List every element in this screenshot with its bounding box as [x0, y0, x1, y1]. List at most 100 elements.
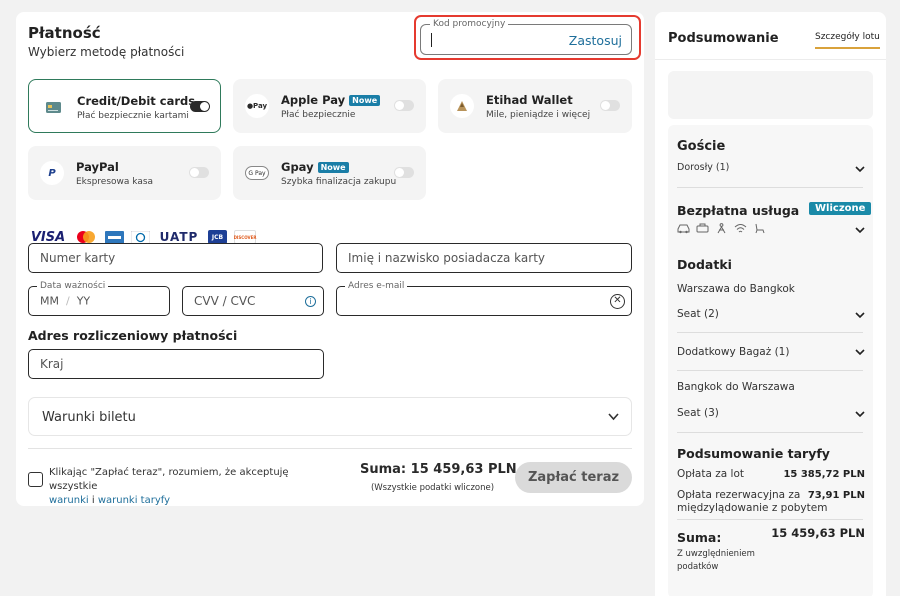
- etihad-wallet-icon: [450, 94, 474, 118]
- summary-title: Podsumowanie: [668, 31, 779, 46]
- method-paypal[interactable]: P PayPal Ekspresowa kasa: [28, 146, 221, 200]
- method-toggle[interactable]: [394, 167, 414, 178]
- apple-pay-icon: ● Pay: [245, 94, 269, 118]
- wifi-icon: [734, 224, 747, 233]
- car-icon: [677, 224, 690, 234]
- method-name: Etihad Wallet: [486, 93, 573, 107]
- method-name: Apple Pay Nowe: [281, 93, 381, 107]
- addons-baggage: Dodatkowy Bagaż (1): [677, 346, 790, 358]
- credit-card-icon: [41, 95, 65, 119]
- card-number-field[interactable]: Numer karty: [28, 243, 323, 273]
- fare-terms-link[interactable]: warunki taryfy: [98, 495, 170, 506]
- new-badge: Nowe: [317, 162, 349, 173]
- method-desc: Płać bezpiecznie kartami: [77, 111, 189, 121]
- method-apple-pay[interactable]: ● Pay Apple Pay Nowe Płać bezpiecznie: [233, 79, 426, 133]
- new-badge: Nowe: [349, 95, 381, 106]
- chevron-down-icon[interactable]: [855, 164, 865, 174]
- fare-booking-label-1: Opłata rezerwacyjna za: [677, 489, 801, 501]
- method-gpay[interactable]: G Pay Gpay Nowe Szybka finalizacja zakupu: [233, 146, 426, 200]
- diners-logo: [131, 230, 150, 244]
- total-amount: Suma: 15 459,63 PLN: [360, 462, 517, 477]
- fare-flight-amount: 15 385,72 PLN: [783, 469, 865, 480]
- expiry-date-field[interactable]: Data ważności MM / YY: [28, 281, 170, 316]
- apply-promo-button[interactable]: Zastosuj: [569, 33, 622, 48]
- method-desc: Mile, pieniądze i więcej: [486, 110, 591, 120]
- chevron-down-icon[interactable]: [855, 409, 865, 419]
- fare-booking-amount: 73,91 PLN: [807, 490, 865, 501]
- chevron-down-icon: [608, 413, 619, 421]
- fare-booking-label-2: międzylądowanie z pobytem: [677, 502, 828, 514]
- divider: [677, 370, 863, 371]
- fare-total-note-1: Z uwzględnieniem: [677, 549, 755, 559]
- divider: [677, 187, 863, 188]
- divider: [655, 59, 886, 60]
- text-caret: [431, 33, 432, 47]
- terms-link[interactable]: warunki: [49, 495, 89, 506]
- email-field[interactable]: Adres e-mail ✕: [336, 281, 632, 316]
- guests-title: Goście: [677, 139, 726, 154]
- seat-icon: [755, 223, 765, 234]
- chevron-down-icon[interactable]: [855, 225, 865, 235]
- fare-total-label: Suma:: [677, 530, 722, 545]
- clear-icon[interactable]: ✕: [610, 294, 625, 309]
- method-desc: Szybka finalizacja zakupu: [281, 177, 397, 187]
- jcb-logo: JCB: [208, 230, 227, 244]
- consent-text: Klikając "Zapłać teraz", rozumiem, że ak…: [49, 467, 289, 506]
- method-toggle[interactable]: [600, 100, 620, 111]
- ticket-terms-accordion[interactable]: Warunki biletu: [28, 397, 632, 436]
- paypal-icon: P: [40, 161, 64, 185]
- payment-title: Płatność: [28, 24, 101, 42]
- method-etihad-wallet[interactable]: Etihad Wallet Mile, pieniądze i więcej: [438, 79, 632, 133]
- pay-now-button[interactable]: Zapłać teraz: [515, 462, 632, 493]
- divider: [28, 448, 632, 449]
- cvv-field[interactable]: CVV / CVC i: [182, 286, 324, 316]
- method-name: PayPal: [76, 160, 119, 174]
- divider: [677, 519, 863, 520]
- payment-subtitle: Wybierz metodę płatności: [28, 45, 185, 59]
- uatp-logo: UATP: [159, 230, 199, 244]
- accordion-title: Warunki biletu: [42, 410, 136, 425]
- amex-logo: [105, 230, 124, 244]
- terms-checkbox[interactable]: [28, 472, 43, 487]
- method-desc: Ekspresowa kasa: [76, 177, 154, 187]
- chevron-down-icon[interactable]: [855, 347, 865, 357]
- gpay-icon: G Pay: [245, 166, 269, 180]
- flight-details-tab[interactable]: Szczegóły lotu: [815, 32, 880, 49]
- chevron-down-icon[interactable]: [855, 310, 865, 320]
- total-note: (Wszystkie podatki wliczone): [370, 483, 495, 493]
- included-badge: Wliczone: [809, 202, 872, 215]
- method-toggle[interactable]: [394, 100, 414, 111]
- info-icon[interactable]: i: [305, 296, 316, 307]
- addons-seat-2: Seat (3): [677, 407, 719, 419]
- card-holder-field[interactable]: Imię i nazwisko posiadacza karty: [336, 243, 632, 273]
- method-desc: Płać bezpiecznie: [281, 110, 356, 120]
- promo-code-field[interactable]: Kod promocyjny Zastosuj: [420, 19, 632, 55]
- free-service-title: Bezpłatna usługa: [677, 203, 800, 218]
- addons-title: Dodatki: [677, 257, 732, 272]
- mastercard-logo: [75, 230, 97, 244]
- addons-seat-1: Seat (2): [677, 308, 719, 320]
- method-toggle[interactable]: [189, 167, 209, 178]
- promo-legend: Kod promocyjny: [430, 19, 509, 29]
- divider: [677, 332, 863, 333]
- service-icons: [677, 223, 766, 234]
- method-name: Gpay Nowe: [281, 160, 349, 174]
- country-field[interactable]: Kraj: [28, 349, 324, 379]
- taxi-icon: [696, 223, 709, 233]
- fare-flight-label: Opłata za lot: [677, 468, 744, 480]
- billing-title: Adres rozliczeniowy płatności: [28, 328, 238, 343]
- addons-route-2: Bangkok do Warszawa: [677, 381, 795, 393]
- divider: [677, 432, 863, 433]
- addons-route-1: Warszawa do Bangkok: [677, 283, 795, 295]
- fare-total-note-2: podatków: [677, 562, 719, 572]
- method-credit-debit-card[interactable]: Credit/Debit cards Płać bezpiecznie kart…: [28, 79, 221, 133]
- flight-placeholder: [668, 71, 873, 119]
- payment-card: Płatność Wybierz metodę płatności Kod pr…: [16, 12, 644, 506]
- guests-adults: Dorosły (1): [677, 162, 730, 173]
- fare-summary-title: Podsumowanie taryfy: [677, 446, 830, 461]
- method-toggle[interactable]: [190, 101, 210, 112]
- summary-card: Podsumowanie Szczegóły lotu Goście Doros…: [655, 12, 886, 596]
- method-name: Credit/Debit cards: [77, 94, 196, 108]
- lounge-icon: [717, 223, 726, 234]
- discover-logo: DISCOVER: [234, 230, 256, 244]
